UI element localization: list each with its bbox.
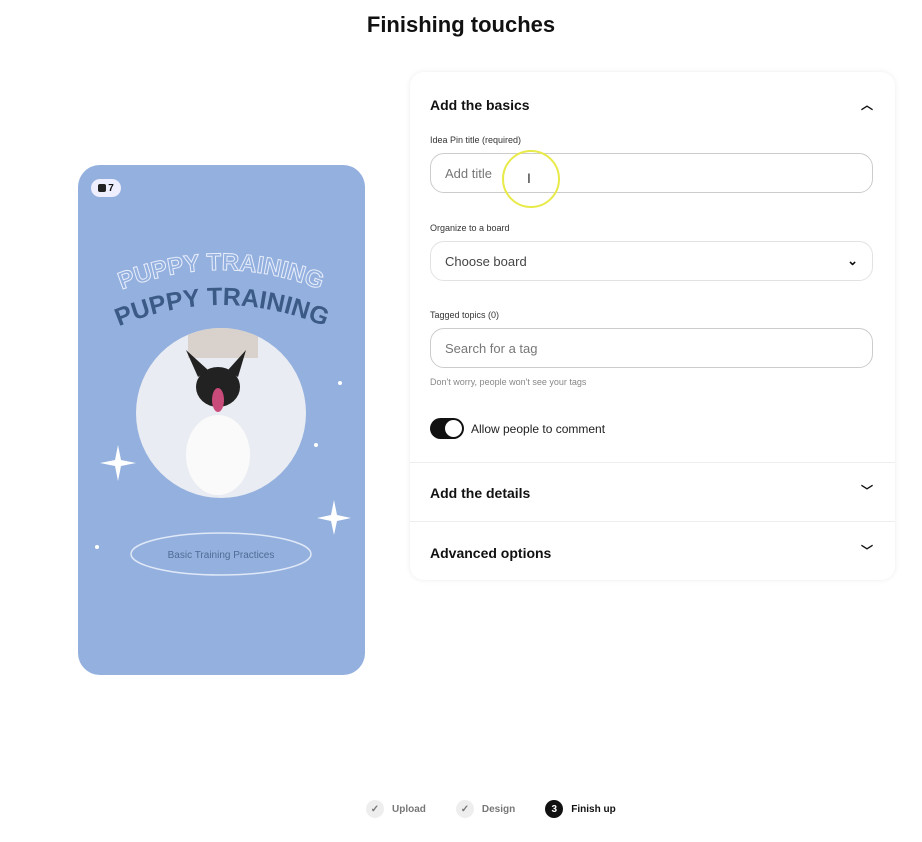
progress-stepper: ✓ Upload ✓ Design 3 Finish up: [366, 800, 636, 818]
page-title: Finishing touches: [366, 12, 556, 37]
dog-photo: [136, 328, 306, 498]
check-icon: ✓: [366, 800, 384, 818]
tags-help: Don't worry, people won't see your tags: [430, 377, 587, 387]
step-upload[interactable]: ✓ Upload: [366, 800, 426, 818]
board-label: Organize to a board: [430, 223, 510, 233]
check-icon: ✓: [455, 800, 474, 818]
allow-comments-label: Allow people to comment: [471, 422, 606, 436]
step-finish-up[interactable]: 3 Finish up: [545, 800, 616, 818]
allow-comments-toggle[interactable]: [430, 418, 464, 439]
step-number: 3: [545, 800, 564, 818]
tags-label: Tagged topics (0): [430, 310, 500, 320]
page-count-badge: 7: [91, 179, 121, 197]
divider: [410, 462, 895, 463]
text-cursor-icon: I: [527, 170, 531, 186]
pages-icon: [98, 184, 107, 192]
chevron-down-icon[interactable]: ﹀: [861, 482, 873, 499]
board-select[interactable]: Choose board ⌄: [430, 241, 873, 281]
tag-search-input[interactable]: Search for a tag: [430, 328, 873, 368]
divider: [410, 521, 895, 522]
step-design[interactable]: ✓ Design: [455, 800, 515, 818]
cursor-highlight: [502, 150, 560, 208]
chevron-up-icon[interactable]: ︿: [861, 96, 873, 113]
title-input[interactable]: Add title: [430, 153, 873, 193]
chevron-down-icon[interactable]: ﹀: [861, 542, 873, 559]
section-advanced-header[interactable]: Advanced options: [430, 545, 551, 561]
pin-artwork: PUPPY TRAINING PUPPY TRAINING Basic Trai…: [95, 248, 351, 576]
title-label: Idea Pin title (required): [430, 135, 522, 145]
headline: PUPPY TRAINING: [111, 283, 333, 332]
subtitle: Basic Training Practices: [168, 550, 275, 561]
details-panel: Add the basics ︿ Idea Pin title (require…: [410, 72, 895, 580]
section-basics-header[interactable]: Add the basics: [430, 97, 530, 113]
pin-preview: 7 PUPPY TRAINING PUPPY TRAINING Basic Tr…: [78, 165, 365, 675]
section-details-header[interactable]: Add the details: [430, 485, 530, 501]
chevron-down-icon: ⌄: [847, 253, 858, 268]
